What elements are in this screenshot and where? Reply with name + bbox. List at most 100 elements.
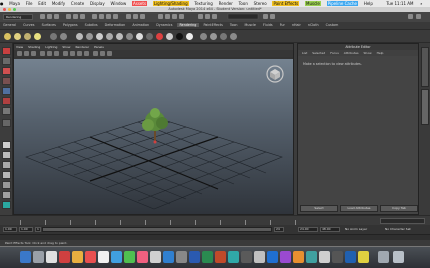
attr-menu-focus[interactable]: Focus — [330, 51, 339, 55]
xray-icon[interactable] — [100, 51, 105, 56]
film-gate-icon[interactable] — [47, 51, 52, 56]
end-time-field[interactable]: 48.00 — [320, 227, 340, 232]
status-line-icons[interactable] — [38, 12, 428, 22]
menu-render[interactable]: Render — [219, 1, 233, 6]
vlc-icon[interactable] — [345, 251, 356, 263]
start-time-field[interactable]: 1.00 — [3, 227, 17, 232]
move-tool-icon[interactable] — [2, 77, 11, 85]
time-slider[interactable] — [0, 215, 430, 225]
photoshop-icon[interactable] — [267, 251, 278, 263]
point-light-icon[interactable] — [14, 33, 21, 40]
menu-edit[interactable]: Edit — [38, 1, 46, 6]
shader-ramp-icon[interactable] — [126, 33, 133, 40]
current-frame-field[interactable] — [380, 218, 425, 224]
ipr-render-icon[interactable] — [210, 33, 217, 40]
menu-texturing[interactable]: Texturing — [194, 1, 212, 6]
maya-icon[interactable] — [228, 251, 239, 263]
calendar-icon[interactable] — [85, 251, 96, 263]
isolate-select-icon[interactable] — [107, 51, 112, 56]
facetime-icon[interactable] — [124, 251, 135, 263]
tab-nhair[interactable]: nHair — [289, 23, 304, 27]
activity-monitor-icon[interactable] — [332, 251, 343, 263]
tab-animation[interactable]: Animation — [129, 23, 152, 27]
attr-menu-help[interactable]: Help — [377, 51, 384, 55]
notes-icon[interactable] — [98, 251, 109, 263]
tree-object[interactable] — [142, 108, 168, 144]
shader-layered-icon[interactable] — [136, 33, 143, 40]
stickies-icon[interactable] — [358, 251, 369, 263]
use-lights-icon[interactable] — [84, 51, 89, 56]
photos-icon[interactable] — [137, 251, 148, 263]
shader-use-background-icon[interactable] — [146, 33, 153, 40]
layout-side-icon[interactable] — [2, 161, 11, 169]
viewport-panel[interactable]: View Shading Lighting Show Renderer Pane… — [13, 43, 294, 215]
attr-menu-selected[interactable]: Selected — [312, 51, 325, 55]
shader-white-icon[interactable] — [166, 33, 173, 40]
messages-icon[interactable] — [111, 251, 122, 263]
viewport-menu-lighting[interactable]: Lighting — [45, 45, 57, 49]
shader-lambert-icon[interactable] — [86, 33, 93, 40]
downloads-stack-icon[interactable] — [378, 251, 389, 263]
unity-icon[interactable] — [306, 251, 317, 263]
select-tool-icon[interactable] — [2, 47, 11, 55]
layout-hypershade-icon[interactable] — [2, 201, 11, 209]
grid-icon[interactable] — [40, 51, 45, 56]
paint-select-tool-icon[interactable] — [2, 67, 11, 75]
image-plane-icon[interactable] — [31, 51, 36, 56]
close-window-icon[interactable] — [3, 8, 6, 11]
illustrator-icon[interactable] — [293, 251, 304, 263]
rotate-tool-icon[interactable] — [2, 87, 11, 95]
menu-pipeline-cache[interactable]: Pipeline Cache — [326, 1, 359, 6]
itunes-icon[interactable] — [150, 251, 161, 263]
attr-menu-show[interactable]: Show — [364, 51, 372, 55]
viewport-menu-view[interactable]: View — [16, 45, 23, 49]
menu-modify[interactable]: Modify — [52, 1, 65, 6]
menu-assets[interactable]: Assets — [132, 1, 148, 6]
menu-muscle[interactable]: Muscle — [305, 1, 321, 6]
shader-surface-icon[interactable] — [116, 33, 123, 40]
tab-surfaces[interactable]: Surfaces — [39, 23, 59, 27]
tab-muscle[interactable]: Muscle — [242, 23, 259, 27]
minimize-window-icon[interactable] — [8, 8, 11, 11]
preview-icon[interactable] — [254, 251, 265, 263]
menu-window[interactable]: Window — [110, 1, 126, 6]
attr-menu-list[interactable]: List — [302, 51, 307, 55]
trash-icon[interactable] — [393, 251, 404, 263]
layout-stack-icon[interactable] — [2, 171, 11, 179]
layout-outliner-icon[interactable] — [2, 181, 11, 189]
shader-red-icon[interactable] — [156, 33, 163, 40]
tab-rendering[interactable]: Rendering — [176, 23, 200, 27]
textured-icon[interactable] — [77, 51, 82, 56]
menu-help[interactable]: Help — [364, 1, 373, 6]
camera-icon[interactable] — [50, 33, 57, 40]
layout-graph-icon[interactable] — [2, 191, 11, 199]
menu-set-dropdown[interactable]: Rendering — [3, 14, 33, 20]
menu-toon[interactable]: Toon — [239, 1, 248, 6]
shadows-icon[interactable] — [93, 51, 98, 56]
range-slider-bar[interactable] — [42, 227, 272, 232]
range-start-marker[interactable]: 1 — [35, 227, 41, 232]
resolution-gate-icon[interactable] — [54, 51, 59, 56]
render-settings-icon[interactable] — [220, 33, 227, 40]
viewport-menu-panels[interactable]: Panels — [94, 45, 104, 49]
premiere-icon[interactable] — [280, 251, 291, 263]
bookmark-icon[interactable] — [24, 51, 29, 56]
select-button[interactable]: Select — [300, 205, 338, 212]
area-light-icon[interactable] — [34, 33, 41, 40]
terminal-icon[interactable] — [241, 251, 252, 263]
playback-start-field[interactable]: 1.00 — [19, 227, 33, 232]
shader-blinn-icon[interactable] — [76, 33, 83, 40]
viewport-menu-renderer[interactable]: Renderer — [75, 45, 89, 49]
layout-four-icon[interactable] — [2, 151, 11, 159]
view-cube-icon[interactable] — [266, 65, 284, 83]
tab-attribute-editor[interactable] — [421, 89, 429, 125]
directional-light-icon[interactable] — [24, 33, 31, 40]
excel-icon[interactable] — [202, 251, 213, 263]
tab-deformation[interactable]: Deformation — [102, 23, 129, 27]
shader-anisotropic-icon[interactable] — [106, 33, 113, 40]
spotlight-icon[interactable]: ⌕ — [420, 0, 422, 7]
tab-general[interactable]: General — [0, 23, 19, 27]
tab-curves[interactable]: Curves — [20, 23, 37, 27]
range-end-marker[interactable]: 24 — [274, 227, 284, 232]
attr-menu-attributes[interactable]: Attributes — [344, 51, 359, 55]
